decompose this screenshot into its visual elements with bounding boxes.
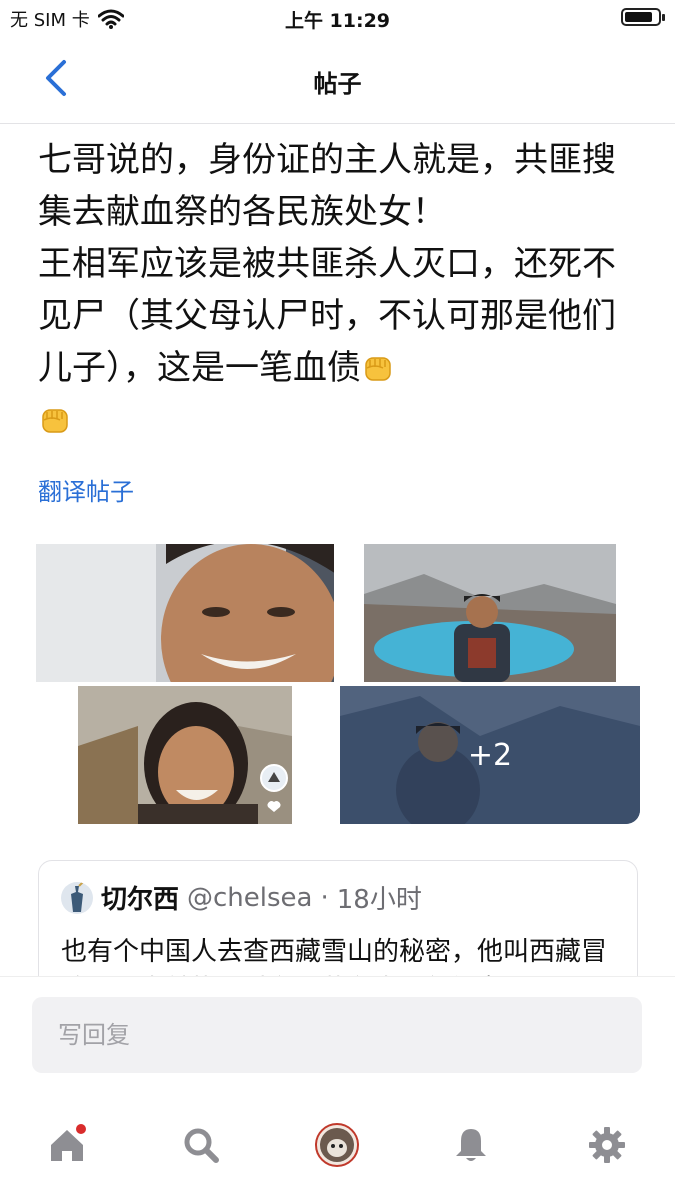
more-photos-count: +2	[467, 737, 513, 773]
gear-icon	[589, 1127, 625, 1163]
tab-notifications[interactable]	[446, 1120, 496, 1170]
quoted-post-header: 切尔西 @chelsea · 18小时	[61, 879, 422, 916]
raised-fist-icon	[365, 357, 391, 381]
search-icon	[184, 1128, 219, 1163]
tab-home[interactable]	[42, 1120, 92, 1170]
notification-badge	[74, 1122, 88, 1136]
status-time: 上午 11:29	[284, 10, 391, 32]
nav-bar: 帖子	[0, 36, 675, 124]
post-photo-4[interactable]: +2	[340, 686, 640, 824]
tab-bar	[0, 1108, 675, 1180]
quoted-separator: ·	[320, 882, 329, 913]
post-photo-1[interactable]	[36, 544, 334, 682]
avatar	[61, 881, 93, 914]
portrait-photo-image	[36, 544, 334, 682]
post-photo-3[interactable]	[78, 686, 292, 824]
quoted-author-name: 切尔西	[101, 885, 180, 915]
tab-search[interactable]	[176, 1120, 226, 1170]
lake-photo-image	[364, 544, 616, 682]
post-detail-screen: 无 SIM 卡 上午 11:29 帖子 七哥说的，身份证的主人就是，共匪搜集去献…	[0, 0, 675, 1200]
battery-icon	[621, 8, 665, 26]
battery-fill	[625, 12, 652, 22]
post-photo-2[interactable]	[364, 544, 616, 682]
tab-profile[interactable]	[312, 1120, 362, 1170]
profile-avatar-icon	[315, 1123, 359, 1167]
post-text: 七哥说的，身份证的主人就是，共匪搜集去献血祭的各民族处女！ 王相军应该是被共匪杀…	[38, 140, 616, 388]
page-title: 帖子	[313, 70, 362, 98]
reply-input[interactable]	[32, 997, 642, 1073]
quoted-author-handle: @chelsea	[187, 882, 313, 913]
smiling-man-photo-image	[78, 686, 292, 824]
raised-fist-icon	[42, 409, 68, 433]
status-bar: 无 SIM 卡 上午 11:29	[0, 0, 675, 36]
post-body: 七哥说的，身份证的主人就是，共匪搜集去献血祭的各民族处女！ 王相军应该是被共匪杀…	[38, 134, 618, 446]
statue-avatar-icon	[61, 881, 93, 914]
tab-settings[interactable]	[582, 1120, 632, 1170]
bell-icon	[456, 1129, 486, 1161]
quoted-post-time: 18小时	[336, 885, 422, 915]
translate-post-link[interactable]: 翻译帖子	[38, 472, 134, 507]
